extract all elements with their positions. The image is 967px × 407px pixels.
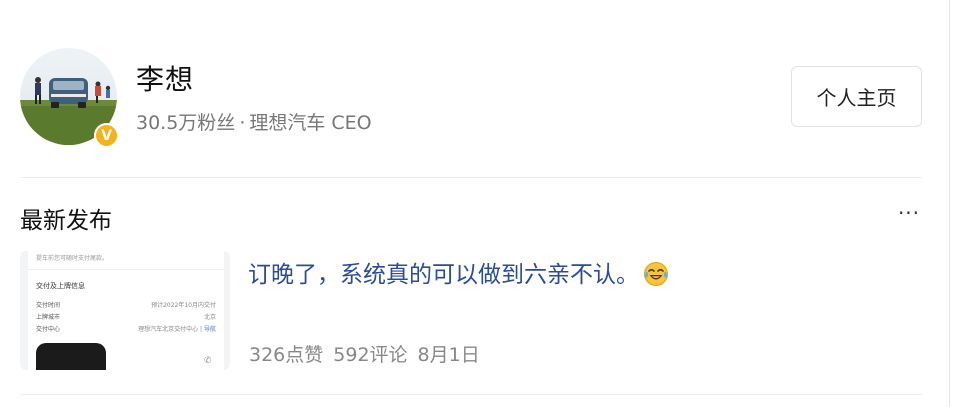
section-title: 最新发布 [20,208,112,234]
profile-page-button[interactable]: 个人主页 [791,66,922,127]
post-text[interactable]: 订晚了，系统真的可以做到六亲不认。 [248,255,669,293]
verified-badge-icon: V [94,123,119,148]
post-date: 8月1日 [417,344,480,366]
car-image [36,343,106,370]
phone-icon: ✆ [204,356,212,366]
profile-title: 理想汽车 CEO [249,112,372,134]
meta-separator: · [239,112,246,134]
profile-meta: 30.5万粉丝 · 理想汽车 CEO [136,108,372,135]
divider [20,177,922,178]
right-border [949,0,950,407]
thumbnail-row-value-text: 理想汽车北京交付中心 | [138,326,204,333]
post-body[interactable]: 订晚了，系统真的可以做到六亲不认。 [248,262,639,288]
thumbnail-top-note: 提车前您可随时支付尾款。 [36,255,109,262]
thumbnail-row-label: 交付中心 [36,326,61,333]
thumbnail-row-label: 上牌城市 [36,314,61,321]
thumbnail-row-label: 交付时间 [36,302,61,309]
profile-name[interactable]: 李想 [136,58,194,98]
post-stats: 326点赞 592评论 8月1日 [249,340,490,367]
more-options-button[interactable]: ··· [896,200,922,226]
thumbnail-nav-link: 导航 [203,326,216,333]
divider [20,394,922,395]
follower-count: 30.5万粉丝 [136,112,236,134]
thumbnail-divider [28,269,224,270]
thumbnail-row-value: 预计2022年10月内交付 [151,302,216,309]
thumbnail-row-value: 理想汽车北京交付中心 | 导航 [138,324,216,333]
laughing-crying-emoji-icon [643,261,669,293]
thumbnail-row-value: 北京 [203,314,216,321]
thumbnail-screenshot: 提车前您可随时支付尾款。 交付及上牌信息 交付时间 预计2022年10月内交付 … [28,251,224,370]
like-count[interactable]: 326点赞 [249,344,323,366]
thumbnail-section-title: 交付及上牌信息 [36,282,85,290]
post-thumbnail[interactable]: 提车前您可随时支付尾款。 交付及上牌信息 交付时间 预计2022年10月内交付 … [20,251,230,370]
comment-count[interactable]: 592评论 [333,344,407,366]
